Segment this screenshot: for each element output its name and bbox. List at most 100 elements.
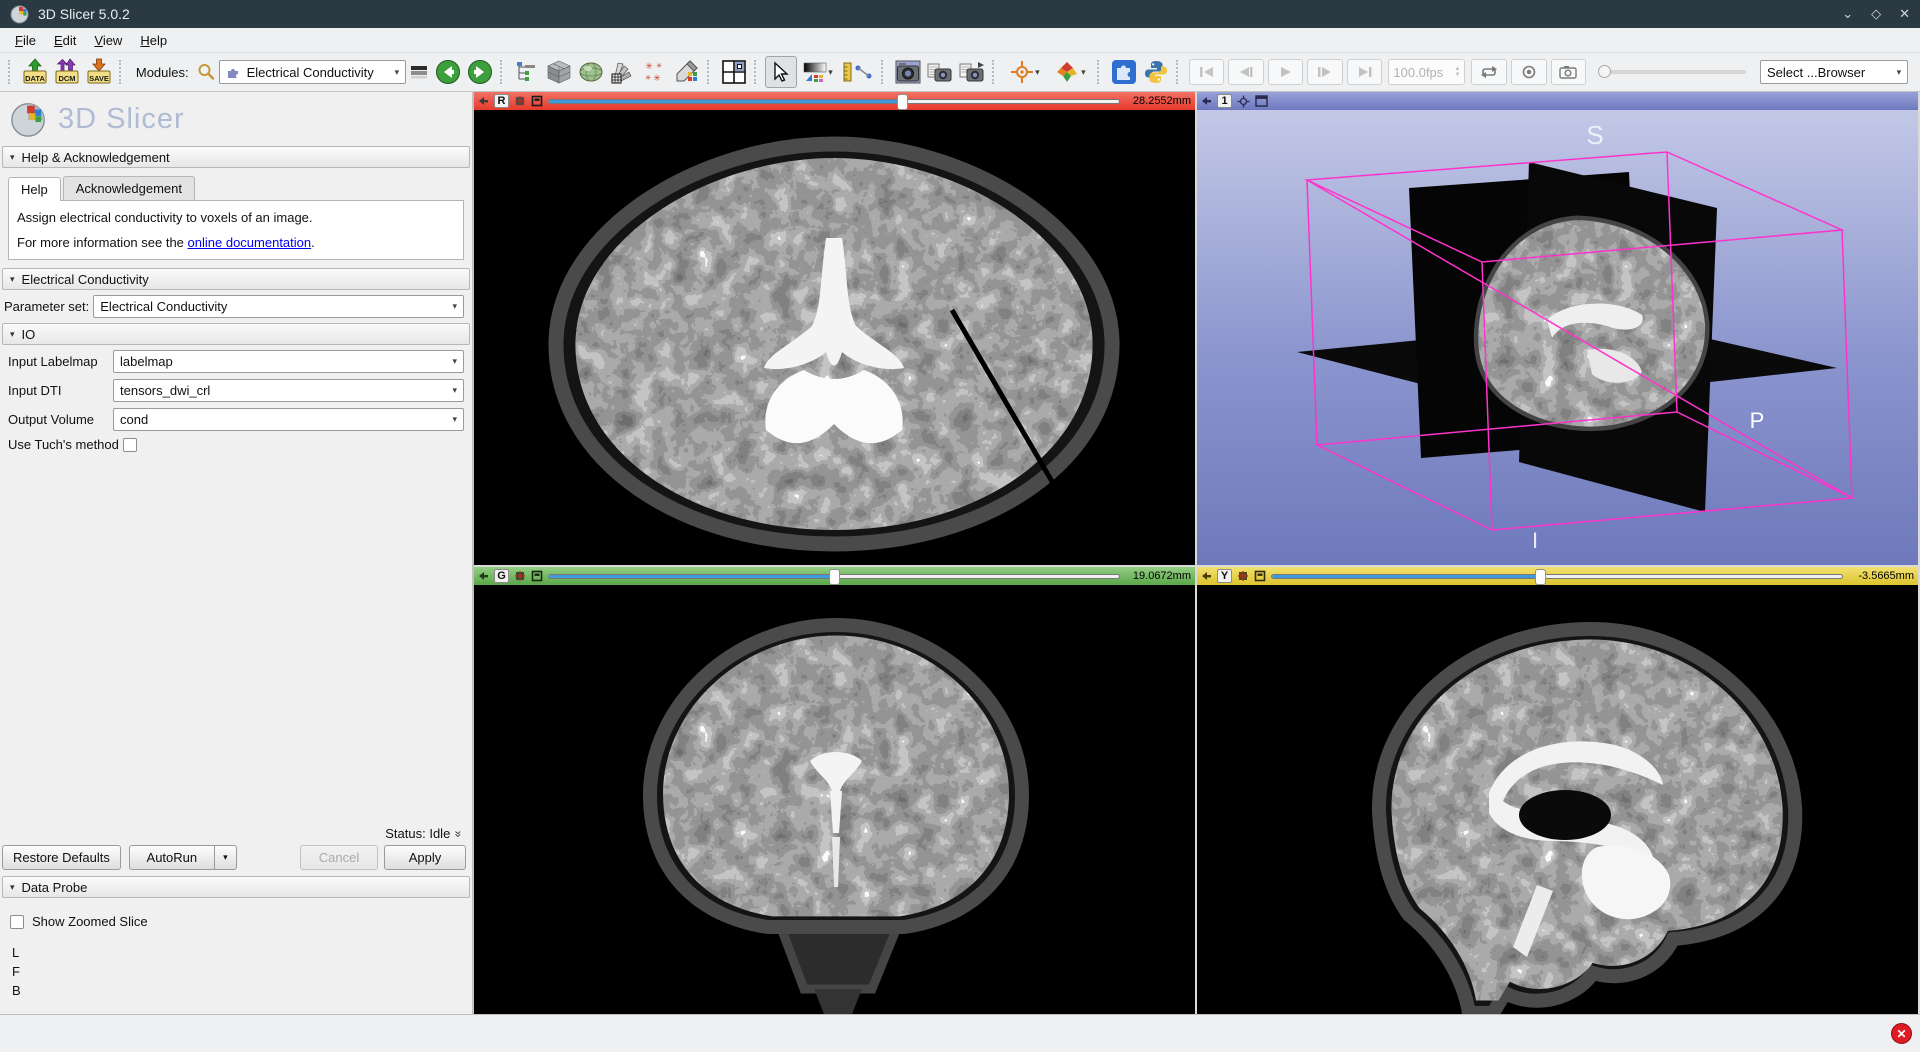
toolbar-grip[interactable] bbox=[1097, 60, 1104, 84]
toolbar-grip[interactable] bbox=[707, 60, 714, 84]
maximize-button[interactable]: ◇ bbox=[1871, 6, 1881, 22]
toolbar-grip[interactable] bbox=[1176, 60, 1183, 84]
green-slider-handle[interactable] bbox=[829, 569, 840, 585]
menu-file[interactable]: File bbox=[6, 31, 45, 50]
pin-icon[interactable] bbox=[1201, 570, 1212, 582]
seq-frame-slider[interactable] bbox=[1598, 59, 1746, 85]
toolbar-grip[interactable] bbox=[881, 60, 888, 84]
seq-slider-handle[interactable] bbox=[1598, 65, 1611, 78]
seq-snapshot-button[interactable] bbox=[1551, 59, 1587, 85]
slice-link-icon[interactable] bbox=[531, 95, 543, 107]
tab-help[interactable]: Help bbox=[8, 177, 61, 201]
minimize-button[interactable]: ⌄ bbox=[1842, 6, 1853, 22]
yellow-slider-handle[interactable] bbox=[1535, 569, 1546, 585]
measurement-button[interactable] bbox=[839, 56, 877, 88]
cancel-button[interactable]: Cancel bbox=[300, 845, 378, 870]
green-view-label[interactable]: G bbox=[494, 569, 509, 583]
seq-next-frame-button[interactable] bbox=[1307, 59, 1343, 85]
io-section-header[interactable]: ▾ IO bbox=[2, 323, 470, 345]
pin-icon[interactable] bbox=[478, 95, 489, 107]
output-volume-combobox[interactable]: cond ▾ bbox=[113, 408, 464, 431]
toolbar-grip[interactable] bbox=[8, 60, 15, 84]
module-history-button[interactable] bbox=[406, 56, 432, 88]
module-search-button[interactable] bbox=[193, 56, 219, 88]
threed-view-label[interactable]: 1 bbox=[1217, 94, 1232, 108]
toolbar-grip[interactable] bbox=[992, 60, 999, 84]
input-labelmap-combobox[interactable]: labelmap ▾ bbox=[113, 350, 464, 373]
window-level-button[interactable]: ▾ bbox=[797, 56, 839, 88]
seq-record-button[interactable] bbox=[1511, 59, 1547, 85]
autorun-button[interactable]: AutoRun bbox=[129, 845, 215, 870]
slice-fan-button[interactable] bbox=[607, 56, 639, 88]
compositing-icon[interactable] bbox=[1237, 570, 1249, 582]
seq-loop-button[interactable] bbox=[1471, 59, 1507, 85]
module-forward-button[interactable] bbox=[464, 56, 496, 88]
pin-icon[interactable] bbox=[1201, 95, 1212, 107]
module-selector-combobox[interactable]: Electrical Conductivity ▾ bbox=[219, 60, 407, 84]
slice-link-icon[interactable] bbox=[1254, 570, 1266, 582]
seq-first-frame-button[interactable] bbox=[1189, 59, 1225, 85]
slice-link-icon[interactable] bbox=[531, 570, 543, 582]
green-slice-canvas[interactable] bbox=[474, 585, 1195, 1014]
subject-hierarchy-button[interactable] bbox=[511, 56, 543, 88]
volume-cube-button[interactable] bbox=[543, 56, 575, 88]
red-view-label[interactable]: R bbox=[494, 94, 509, 108]
annotations-button[interactable] bbox=[671, 56, 703, 88]
red-slider-handle[interactable] bbox=[897, 94, 908, 110]
red-slice-slider[interactable] bbox=[548, 94, 1120, 108]
python-console-button[interactable] bbox=[1140, 56, 1172, 88]
seq-prev-frame-button[interactable] bbox=[1228, 59, 1264, 85]
scene-view-add-button[interactable] bbox=[924, 56, 956, 88]
load-data-button[interactable]: DATA bbox=[19, 56, 51, 88]
toolbar-grip[interactable] bbox=[119, 60, 126, 84]
menu-help[interactable]: Help bbox=[131, 31, 176, 50]
layout-selector-button[interactable] bbox=[718, 56, 750, 88]
restore-defaults-button[interactable]: Restore Defaults bbox=[2, 845, 121, 870]
volume-rendering-button[interactable] bbox=[575, 56, 607, 88]
green-slice-slider[interactable] bbox=[548, 569, 1120, 583]
toolbar-grip[interactable] bbox=[500, 60, 507, 84]
input-dti-combobox[interactable]: tensors_dwi_crl ▾ bbox=[113, 379, 464, 402]
menu-edit[interactable]: Edit bbox=[45, 31, 85, 50]
scene-view-restore-button[interactable] bbox=[956, 56, 988, 88]
pin-icon[interactable] bbox=[478, 570, 489, 582]
red-slice-canvas[interactable] bbox=[474, 110, 1195, 565]
screenshot-button[interactable] bbox=[892, 56, 924, 88]
close-button[interactable]: ✕ bbox=[1899, 6, 1910, 22]
collapse-chevrons-icon[interactable]: » bbox=[452, 830, 466, 837]
module-section-header[interactable]: ▾ Electrical Conductivity bbox=[2, 268, 470, 290]
threed-canvas[interactable]: S P I bbox=[1197, 110, 1918, 565]
crosshair-button[interactable]: ▾ bbox=[1003, 56, 1047, 88]
yellow-slice-canvas[interactable] bbox=[1197, 585, 1918, 1014]
mouse-interaction-button[interactable] bbox=[765, 56, 797, 88]
tab-acknowledgement[interactable]: Acknowledgement bbox=[63, 176, 195, 200]
extension-manager-button[interactable] bbox=[1108, 56, 1140, 88]
compositing-icon[interactable] bbox=[514, 95, 526, 107]
apply-button[interactable]: Apply bbox=[384, 845, 466, 870]
compositing-icon[interactable] bbox=[514, 570, 526, 582]
fps-spinbox[interactable]: 100.0fps ▲ ▼ bbox=[1388, 59, 1465, 85]
sequence-browser-combobox[interactable]: Select ...Browser ▾ bbox=[1760, 60, 1908, 84]
parameter-set-combobox[interactable]: Electrical Conductivity ▾ bbox=[93, 295, 464, 318]
load-dicom-button[interactable]: DCM bbox=[51, 56, 83, 88]
maximize-view-icon[interactable] bbox=[1255, 95, 1268, 107]
extensions-button[interactable]: ▾ bbox=[1047, 56, 1093, 88]
error-log-button[interactable]: ✕ bbox=[1891, 1023, 1912, 1044]
menu-view[interactable]: View bbox=[85, 31, 131, 50]
save-data-button[interactable]: SAVE bbox=[83, 56, 115, 88]
toolbar-grip[interactable] bbox=[754, 60, 761, 84]
tuch-method-checkbox[interactable] bbox=[123, 438, 137, 452]
help-ack-section-header[interactable]: ▾ Help & Acknowledgement bbox=[2, 146, 470, 168]
markups-button[interactable]: ✳ ✳ ✳ ✳ bbox=[639, 56, 671, 88]
spin-down-icon[interactable]: ▼ bbox=[1455, 72, 1461, 78]
yellow-slice-slider[interactable] bbox=[1271, 569, 1843, 583]
show-zoomed-checkbox[interactable] bbox=[10, 915, 24, 929]
seq-play-button[interactable] bbox=[1268, 59, 1304, 85]
data-probe-section-header[interactable]: ▾ Data Probe bbox=[2, 876, 470, 898]
center-view-icon[interactable] bbox=[1237, 95, 1250, 108]
yellow-view-label[interactable]: Y bbox=[1217, 569, 1232, 583]
online-documentation-link[interactable]: online documentation bbox=[188, 235, 312, 250]
autorun-dropdown-button[interactable]: ▾ bbox=[215, 845, 237, 870]
module-back-button[interactable] bbox=[432, 56, 464, 88]
seq-last-frame-button[interactable] bbox=[1347, 59, 1383, 85]
